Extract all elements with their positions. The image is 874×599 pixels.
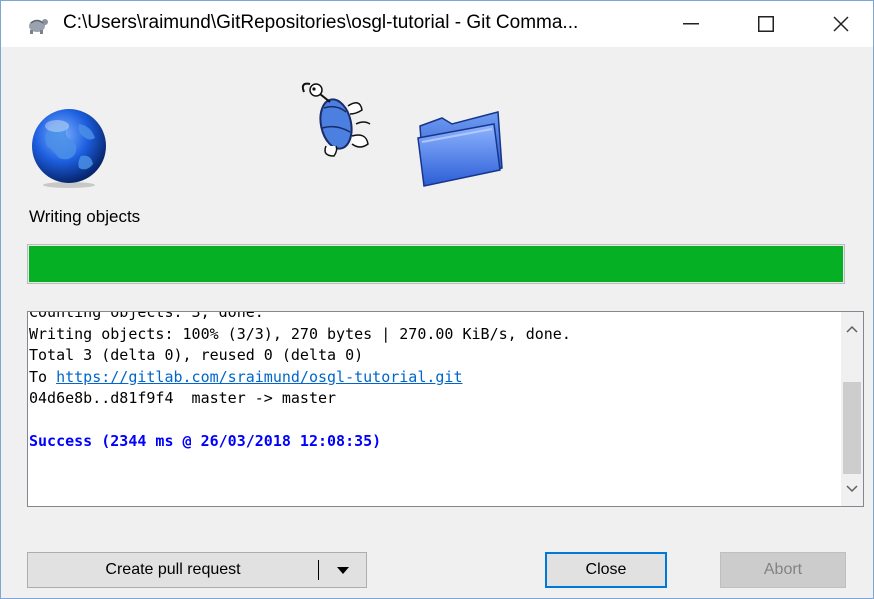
window-close-button[interactable] — [811, 1, 871, 47]
create-pull-request-label: Create pull request — [105, 561, 241, 578]
log-line: Writing objects: 100% (3/3), 270 bytes |… — [29, 324, 571, 343]
log-output[interactable]: Counting objects: 3, done. Writing object… — [27, 311, 864, 507]
scroll-up-button[interactable] — [841, 318, 863, 340]
minimize-button[interactable] — [661, 1, 721, 47]
success-message: Success (2344 ms @ 26/03/2018 12:08:35) — [29, 432, 382, 450]
remote-url-link[interactable]: https://gitlab.com/sraimund/osgl-tutoria… — [56, 368, 462, 386]
log-line: Total 3 (delta 0), reused 0 (delta 0) — [29, 346, 364, 364]
tortoise-icon — [296, 78, 386, 160]
progress-bar-fill — [29, 246, 843, 282]
window-title: C:\Users\raimund\GitRepositories\osgl-tu… — [63, 12, 579, 33]
log-line-prefix: To — [29, 367, 57, 386]
create-pull-request-button[interactable]: Create pull request — [27, 552, 367, 588]
tortoisegit-icon — [25, 13, 49, 35]
split-button-separator — [318, 560, 319, 580]
operation-status-label: Writing objects — [29, 207, 141, 226]
log-line: 04d6e8b..d81f9f4 master -> master — [29, 389, 337, 407]
minimize-icon — [683, 23, 699, 25]
git-command-progress-window: C:\Users\raimund\GitRepositories\osgl-tu… — [0, 0, 874, 599]
close-icon — [833, 16, 849, 32]
maximize-button[interactable] — [736, 1, 796, 47]
progress-bar — [27, 244, 845, 284]
log-line: To https://gitlab.com/sraimund/osgl-tuto… — [28, 367, 828, 389]
scroll-thumb[interactable] — [843, 382, 861, 474]
abort-button: Abort — [720, 552, 846, 588]
log-lines: Counting objects: 3, done. Writing object… — [28, 311, 828, 453]
log-scrollbar[interactable] — [841, 312, 863, 506]
chevron-down-icon — [846, 485, 858, 493]
scroll-down-button[interactable] — [841, 478, 863, 500]
log-line: Counting objects: 3, done. — [29, 311, 264, 321]
maximize-icon — [758, 16, 774, 32]
close-button[interactable]: Close — [545, 552, 667, 588]
dropdown-arrow-icon[interactable] — [325, 553, 361, 587]
chevron-up-icon — [846, 325, 858, 333]
globe-icon — [29, 106, 109, 188]
title-bar[interactable]: C:\Users\raimund\GitRepositories\osgl-tu… — [1, 1, 873, 47]
folder-icon — [412, 98, 507, 190]
